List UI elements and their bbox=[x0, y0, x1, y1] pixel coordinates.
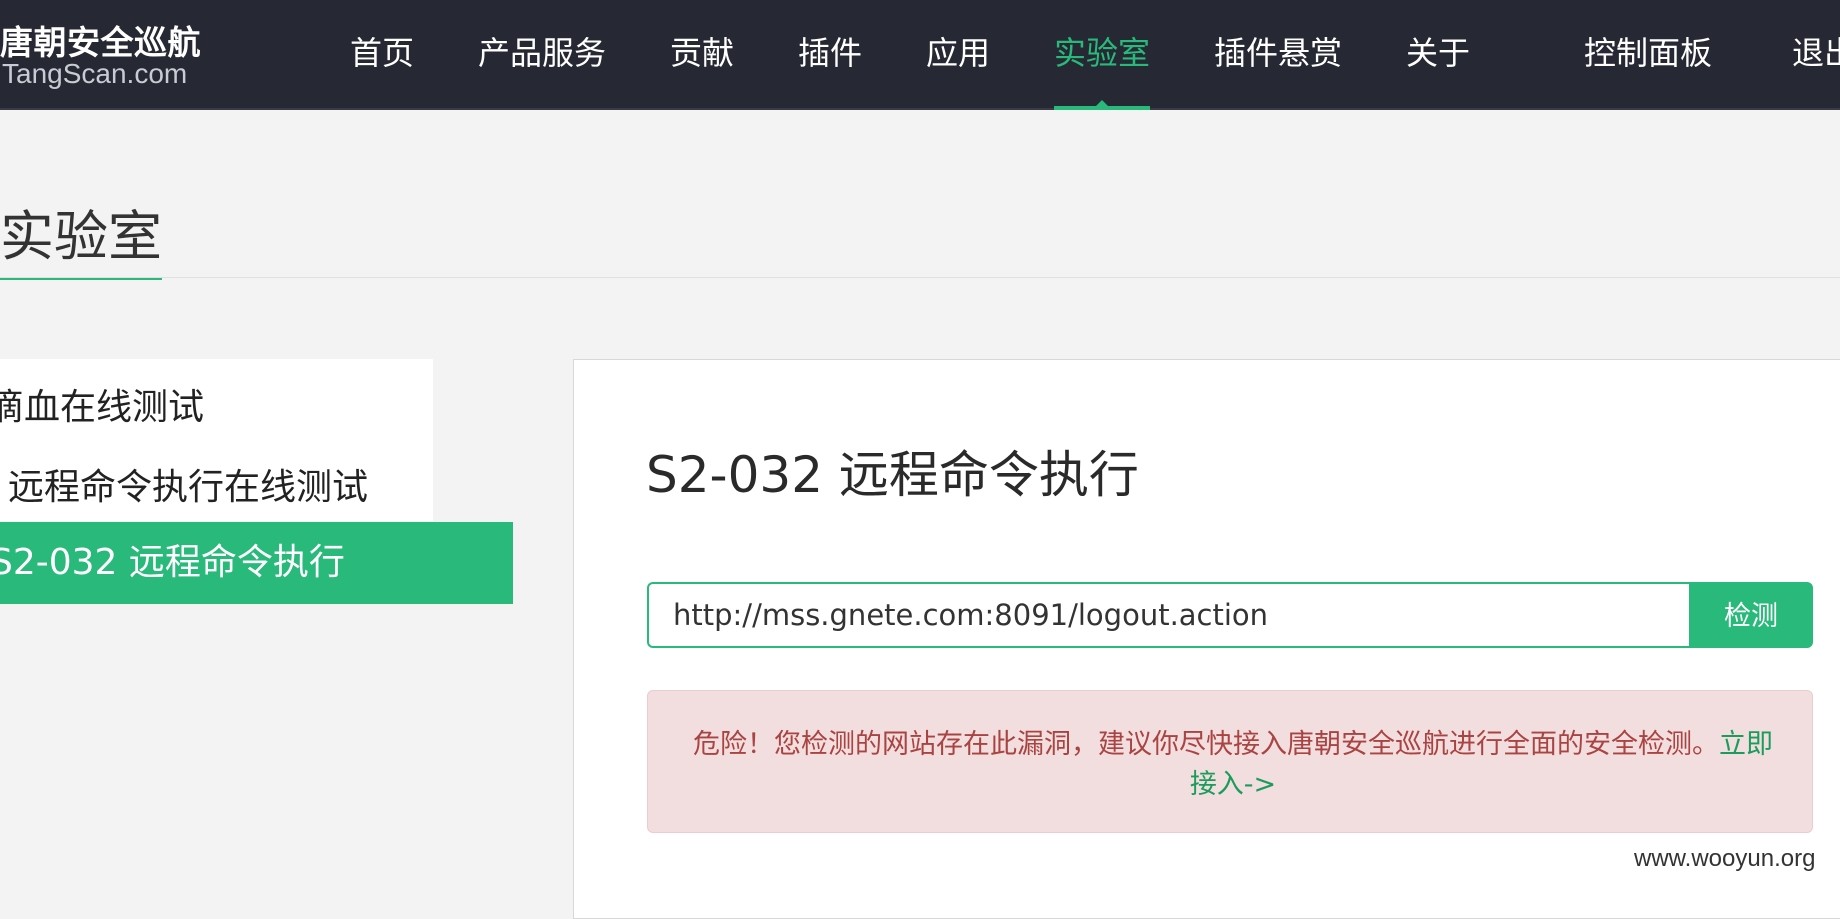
check-button[interactable]: 检测 bbox=[1689, 582, 1813, 648]
nav-item-lab[interactable]: 实验室 bbox=[1054, 24, 1151, 110]
sidebar-item-rce-test[interactable]: 远程命令执行在线测试 bbox=[8, 458, 368, 510]
nav-item-bounty[interactable]: 插件悬赏 bbox=[1214, 24, 1342, 110]
nav-item-logout[interactable]: 退出 bbox=[1792, 24, 1840, 110]
sidebar-item-heartbleed-test[interactable]: 滴血在线测试 bbox=[0, 378, 204, 430]
top-navigation-bar: 唐朝安全巡航 TangScan.com 首页 产品服务 贡献 插件 应用 实验室… bbox=[0, 0, 1840, 110]
page-title: 实验室 bbox=[0, 203, 162, 280]
nav-item-lab-label: 实验室 bbox=[1054, 34, 1151, 72]
test-title: S2-032 远程命令执行 bbox=[646, 446, 1139, 504]
sidebar-item-s2-032-label: S2-032 远程命令执行 bbox=[0, 542, 345, 583]
nav-item-apps[interactable]: 应用 bbox=[926, 24, 990, 110]
watermark: www.wooyun.org bbox=[1634, 845, 1816, 872]
page-title-divider bbox=[0, 277, 1840, 278]
alert-message: 危险！您检测的网站存在此漏洞，建议你尽快接入唐朝安全巡航进行全面的安全检测。 bbox=[693, 729, 1719, 760]
nav-item-plugins[interactable]: 插件 bbox=[798, 24, 862, 110]
nav-item-about[interactable]: 关于 bbox=[1406, 24, 1470, 110]
active-indicator-caret bbox=[1094, 100, 1110, 108]
alert-text-block: 危险！您检测的网站存在此漏洞，建议你尽快接入唐朝安全巡航进行全面的安全检测。立即… bbox=[688, 725, 1778, 805]
sidebar-item-s2-032[interactable]: S2-032 远程命令执行 bbox=[0, 522, 513, 604]
nav-item-products[interactable]: 产品服务 bbox=[478, 24, 606, 110]
danger-alert: 危险！您检测的网站存在此漏洞，建议你尽快接入唐朝安全巡航进行全面的安全检测。立即… bbox=[647, 690, 1813, 833]
brand-name[interactable]: 唐朝安全巡航 bbox=[0, 16, 201, 64]
target-url-input[interactable] bbox=[647, 582, 1689, 648]
nav-item-dashboard[interactable]: 控制面板 bbox=[1584, 24, 1712, 110]
nav-item-contribute[interactable]: 贡献 bbox=[670, 24, 734, 110]
nav-item-home[interactable]: 首页 bbox=[350, 24, 414, 110]
brand-domain[interactable]: TangScan.com bbox=[2, 58, 187, 90]
